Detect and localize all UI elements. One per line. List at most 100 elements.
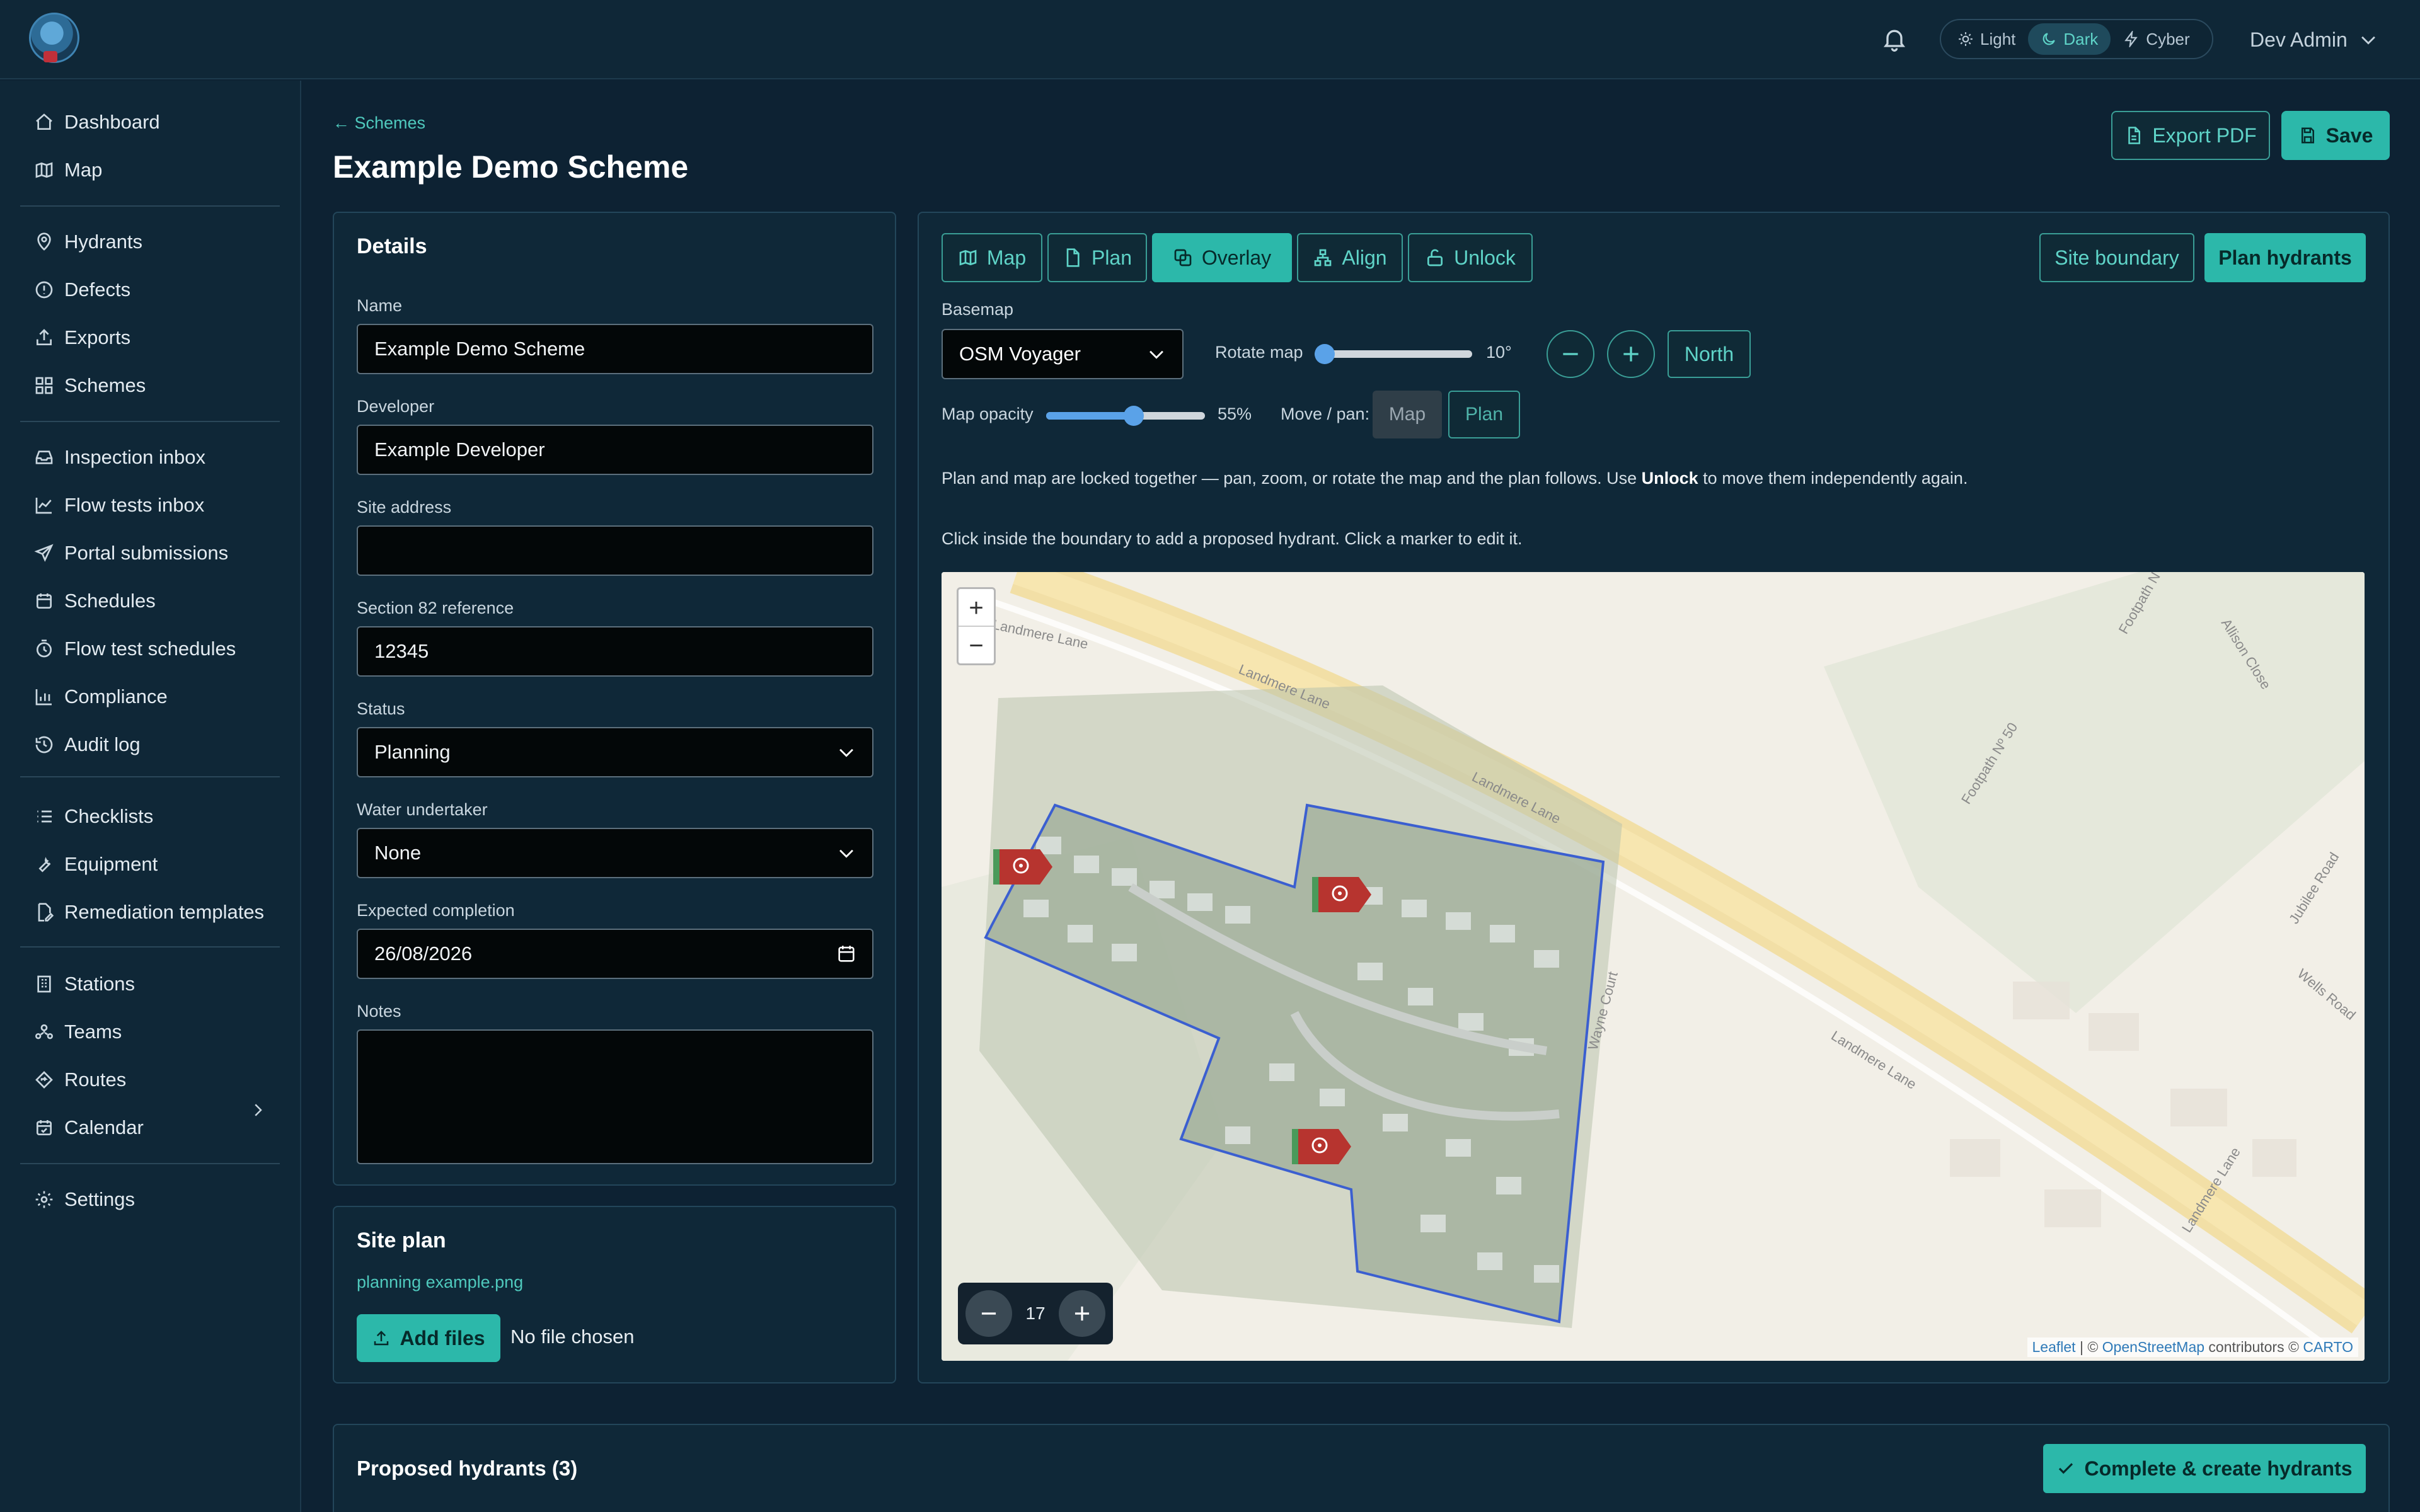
calendar-icon[interactable]: [836, 943, 857, 965]
site-boundary-button[interactable]: Site boundary: [2039, 233, 2194, 282]
sidebar-item-defects[interactable]: Defects: [34, 272, 130, 307]
map-opacity-label: Map opacity: [942, 404, 1034, 423]
water-undertaker-select[interactable]: None: [357, 828, 873, 878]
sidebar-item-routes[interactable]: Routes: [34, 1062, 126, 1097]
sidebar-item-remediation-templates[interactable]: Remediation templates: [34, 895, 264, 930]
hydrant-marker[interactable]: [993, 849, 1052, 885]
zoom-level-increase-button[interactable]: [1059, 1290, 1105, 1337]
status-select[interactable]: Planning: [357, 727, 873, 777]
sidebar-item-equipment[interactable]: Equipment: [34, 847, 158, 882]
add-files-button[interactable]: Add files: [357, 1314, 500, 1362]
zoom-level-decrease-button[interactable]: [965, 1290, 1012, 1337]
file-edit-icon: [38, 903, 54, 922]
zoom-in-button[interactable]: +: [959, 589, 994, 627]
chevron-down-icon: [1150, 350, 1163, 359]
pan-plan-button[interactable]: Plan: [1448, 391, 1520, 438]
rotate-right-button[interactable]: [1607, 330, 1655, 378]
tab-unlock[interactable]: Unlock: [1408, 233, 1533, 282]
theme-option-label: Cyber: [2146, 29, 2190, 49]
basemap-select[interactable]: OSM Voyager: [942, 329, 1184, 379]
sidebar-item-label: Teams: [64, 1021, 122, 1043]
network-icon: [1315, 249, 1332, 266]
export-pdf-button[interactable]: Export PDF: [2111, 111, 2270, 160]
sidebar-item-settings[interactable]: Settings: [34, 1182, 135, 1217]
name-input[interactable]: Example Demo Scheme: [357, 324, 873, 374]
theme-option-light[interactable]: Light: [1945, 23, 2028, 55]
hydrant-marker[interactable]: [1312, 877, 1371, 912]
pin-icon: [37, 232, 51, 251]
sidebar-item-label: Stations: [64, 973, 135, 995]
map-icon: [959, 249, 977, 266]
map-canvas[interactable]: Landmere Lane Landmere Lane Landmere Lan…: [942, 572, 2365, 1361]
sidebar-item-compliance[interactable]: Compliance: [34, 679, 168, 714]
attribution-middle: contributors ©: [2204, 1339, 2303, 1355]
sidebar-item-stations[interactable]: Stations: [34, 966, 135, 1002]
theme-option-label: Dark: [2063, 29, 2099, 49]
expected-completion-input[interactable]: 26/08/2026: [357, 929, 873, 979]
sidebar-item-hydrants[interactable]: Hydrants: [34, 224, 142, 260]
developer-label: Developer: [357, 397, 435, 416]
tab-overlay[interactable]: Overlay: [1152, 233, 1292, 282]
sidebar-item-calendar[interactable]: Calendar: [34, 1110, 144, 1145]
plan-hydrants-button[interactable]: Plan hydrants: [2204, 233, 2366, 282]
rotate-slider-thumb[interactable]: [1315, 344, 1335, 364]
sidebar-item-map[interactable]: Map: [34, 152, 102, 188]
site-plan-file-link[interactable]: planning example.png: [357, 1273, 523, 1292]
app-logo[interactable]: [29, 13, 79, 63]
expected-completion-value: 26/08/2026: [374, 942, 473, 965]
sidebar-item-portal-submissions[interactable]: Portal submissions: [34, 536, 228, 571]
osm-link[interactable]: OpenStreetMap: [2102, 1339, 2204, 1355]
tab-label: Align: [1342, 246, 1387, 269]
carto-link[interactable]: CARTO: [2303, 1339, 2353, 1355]
inbox-icon: [35, 450, 53, 464]
pan-map-button[interactable]: Map: [1373, 391, 1442, 438]
check-icon: [2059, 1463, 2073, 1474]
sidebar-item-teams[interactable]: Teams: [34, 1014, 122, 1050]
sidebar-item-schemes[interactable]: Schemes: [34, 368, 146, 403]
rotate-map-slider[interactable]: [1315, 344, 1472, 364]
building-icon: [37, 975, 51, 993]
sidebar-item-exports[interactable]: Exports: [34, 320, 130, 355]
sidebar-divider: [20, 1163, 280, 1164]
chevron-down-icon: [839, 748, 853, 757]
tab-label: Map: [986, 246, 1027, 269]
sidebar-item-checklists[interactable]: Checklists: [34, 799, 153, 834]
section82-input[interactable]: 12345: [357, 626, 873, 677]
bell-icon[interactable]: [1881, 25, 1908, 53]
opacity-slider-thumb[interactable]: [1123, 406, 1144, 426]
map-opacity-slider[interactable]: [1046, 406, 1205, 426]
tab-label: Overlay: [1201, 246, 1272, 269]
history-icon: [35, 736, 53, 753]
site-address-input[interactable]: [357, 525, 873, 576]
complete-create-hydrants-button[interactable]: Complete & create hydrants: [2043, 1444, 2366, 1493]
user-menu[interactable]: Dev Admin: [2250, 25, 2379, 54]
theme-option-cyber[interactable]: Cyber: [2111, 23, 2202, 55]
theme-option-dark[interactable]: Dark: [2028, 23, 2111, 55]
hydrant-marker[interactable]: [1292, 1129, 1351, 1164]
file-icon: [2128, 127, 2141, 144]
chevron-right-icon[interactable]: [248, 1101, 267, 1120]
sidebar-item-flow-test-schedules[interactable]: Flow test schedules: [34, 631, 236, 667]
calendar-check-icon: [37, 1120, 52, 1135]
developer-value: Example Developer: [374, 438, 545, 461]
notes-textarea[interactable]: [357, 1029, 873, 1164]
save-button[interactable]: Save: [2281, 111, 2390, 160]
section82-label: Section 82 reference: [357, 598, 514, 617]
zoom-out-button[interactable]: −: [959, 627, 994, 665]
save-icon: [2301, 127, 2314, 144]
tab-map[interactable]: Map: [942, 233, 1042, 282]
rotate-left-button[interactable]: [1547, 330, 1594, 378]
sidebar-item-dashboard[interactable]: Dashboard: [34, 105, 160, 140]
sidebar-item-schedules[interactable]: Schedules: [34, 583, 156, 619]
developer-input[interactable]: Example Developer: [357, 425, 873, 475]
leaflet-link[interactable]: Leaflet: [2032, 1339, 2076, 1355]
sidebar-item-inspection-inbox[interactable]: Inspection inbox: [34, 440, 205, 475]
tab-align[interactable]: Align: [1297, 233, 1403, 282]
tab-plan[interactable]: Plan: [1047, 233, 1147, 282]
sidebar-item-audit-log[interactable]: Audit log: [34, 727, 141, 762]
north-button[interactable]: North: [1668, 330, 1751, 378]
sidebar-item-flow-tests-inbox[interactable]: Flow tests inbox: [34, 488, 204, 523]
back-to-schemes-link[interactable]: ← Schemes: [333, 113, 425, 133]
map-view[interactable]: Landmere Lane Landmere Lane Landmere Lan…: [942, 572, 2365, 1361]
locked-info-post: to move them independently again.: [1698, 469, 1968, 488]
